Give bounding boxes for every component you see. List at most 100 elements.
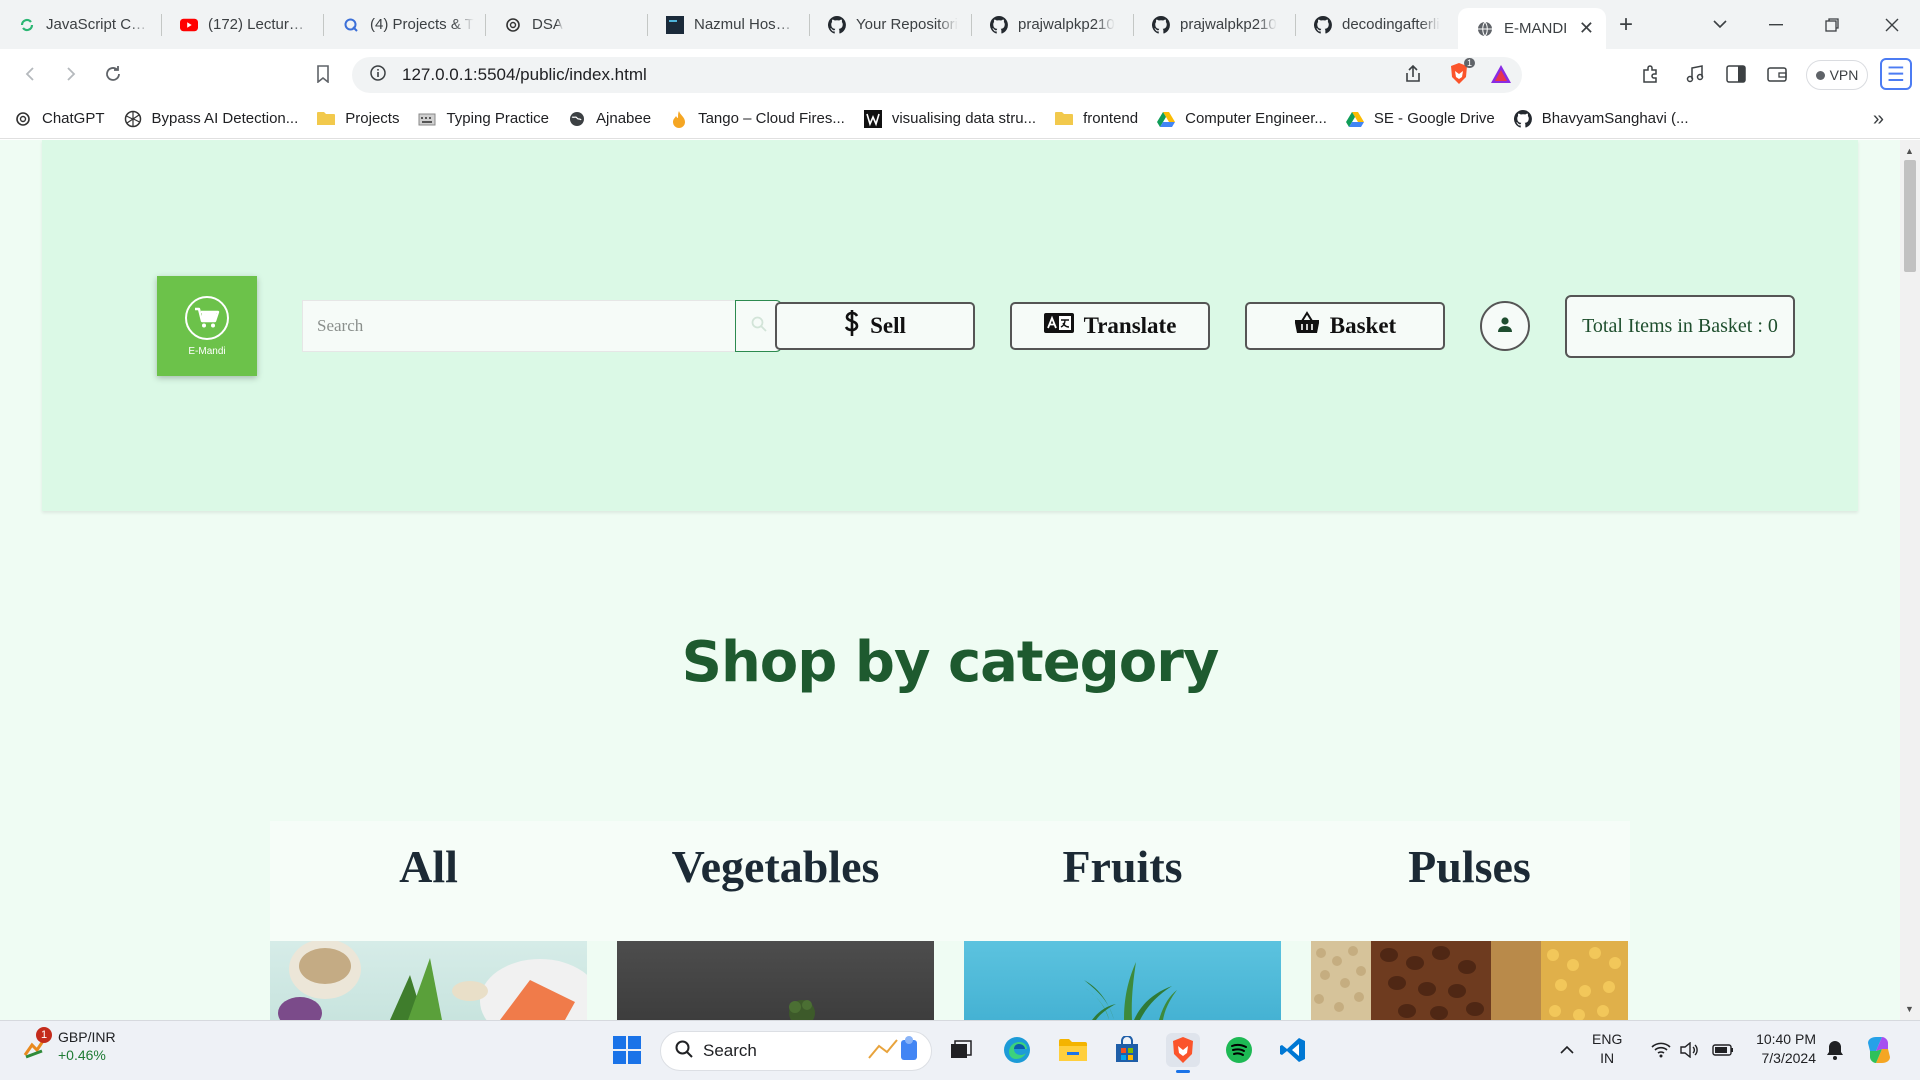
basket-button[interactable]: Basket (1245, 302, 1445, 350)
browser-tab[interactable]: prajwalpkp210 (1134, 0, 1296, 49)
browser-tab[interactable]: decodingafterli (1296, 0, 1458, 49)
share-icon[interactable] (1400, 61, 1426, 87)
clock[interactable]: 10:40 PM 7/3/2024 (1746, 1030, 1816, 1068)
user-icon (1497, 316, 1513, 337)
cart-icon (185, 295, 229, 340)
browser-tab-bar: JavaScript Chea (172) Lecture22 (4) Proj… (0, 0, 1920, 49)
bookmark-item[interactable]: Typing Practice (418, 110, 549, 128)
browser-tab[interactable]: JavaScript Chea (0, 0, 162, 49)
section-title: Shop by category (681, 630, 1220, 695)
stocks-widget[interactable]: 1 GBP/INR +0.46% (22, 1027, 116, 1064)
github-icon (990, 15, 1008, 34)
browser-tab[interactable]: DSA (486, 0, 648, 49)
category-image-all[interactable] (270, 941, 587, 1020)
github-icon (1152, 15, 1170, 34)
battery-icon[interactable] (1706, 1033, 1740, 1067)
bookmark-folder[interactable]: Projects (317, 110, 399, 128)
brave-shields-icon[interactable]: 1 (1446, 58, 1475, 87)
restore-button[interactable] (1804, 0, 1860, 49)
minimize-button[interactable] (1748, 0, 1804, 49)
site-header: E-Mandi Sell Translate Basket (42, 140, 1858, 511)
search-icon (675, 1040, 693, 1063)
scroll-down-arrow[interactable]: ▼ (1905, 1004, 1914, 1014)
bookmark-item[interactable]: Bypass AI Detection... (124, 110, 298, 128)
bookmark-item[interactable]: BhavyamSanghavi (... (1513, 109, 1689, 128)
tab-search-icon[interactable] (1692, 0, 1748, 49)
bookmark-folder[interactable]: frontend (1055, 110, 1138, 128)
globe-icon (1476, 20, 1494, 38)
media-controls-icon[interactable] (1682, 61, 1708, 87)
flame-icon (670, 110, 688, 128)
back-button[interactable] (17, 63, 43, 85)
bookmark-item[interactable]: ChatGPT (14, 110, 105, 128)
extensions-icon[interactable] (1638, 61, 1664, 87)
category-image-vegetables[interactable] (617, 941, 934, 1020)
bookmark-page-icon[interactable] (310, 63, 336, 85)
language-indicator[interactable]: ENG IN (1592, 1030, 1622, 1068)
browser-menu-icon[interactable]: ☰ (1880, 58, 1912, 90)
show-hidden-icons[interactable] (1550, 1033, 1584, 1067)
bookmark-item[interactable]: Computer Engineer... (1157, 110, 1327, 128)
page-scrollbar[interactable]: ▲ ▼ (1900, 140, 1920, 1020)
translate-icon (1043, 313, 1074, 339)
category-image-pulses[interactable] (1311, 941, 1628, 1020)
browser-tab[interactable]: prajwalpkp210 (972, 0, 1134, 49)
search-input[interactable] (302, 300, 736, 352)
basket-total-counter: Total Items in Basket : 0 (1565, 295, 1795, 358)
close-window-button[interactable] (1864, 0, 1920, 49)
bookmark-item[interactable]: Tango – Cloud Fires... (670, 110, 845, 128)
openai-icon (504, 16, 522, 34)
category-tab-fruits[interactable]: Fruits (964, 840, 1281, 893)
category-tab-vegetables[interactable]: Vegetables (617, 840, 934, 893)
browser-tab[interactable]: (4) Projects & T (324, 0, 486, 49)
scrollbar-thumb[interactable] (1904, 160, 1916, 272)
github-icon (1513, 109, 1532, 128)
browser-tab[interactable]: (172) Lecture22 (162, 0, 324, 49)
sidebar-icon[interactable] (1723, 61, 1749, 87)
translate-button[interactable]: Translate (1010, 302, 1210, 350)
reload-button[interactable] (100, 63, 126, 85)
category-image-fruits[interactable] (964, 941, 1281, 1020)
omnibox[interactable]: 127.0.0.1:5504/public/index.html (352, 57, 1522, 93)
volume-icon[interactable] (1672, 1033, 1706, 1067)
site-logo[interactable]: E-Mandi (157, 276, 257, 376)
vscode-icon[interactable] (1276, 1033, 1310, 1067)
profile-button[interactable] (1480, 301, 1530, 351)
browser-tab-active[interactable]: E-MANDI ✕ (1458, 8, 1606, 49)
scroll-up-arrow[interactable]: ▲ (1905, 146, 1914, 156)
taskbar-search[interactable]: Search (660, 1031, 932, 1071)
page-viewport: E-Mandi Sell Translate Basket (0, 140, 1900, 1020)
start-button[interactable] (610, 1033, 644, 1067)
task-view-icon[interactable] (944, 1033, 978, 1067)
category-tab-pulses[interactable]: Pulses (1311, 840, 1628, 893)
more-bookmarks-icon[interactable]: » (1873, 108, 1884, 131)
bookmark-item[interactable]: visualising data stru... (863, 109, 1036, 128)
new-tab-button[interactable]: + (1606, 11, 1646, 39)
bookmark-item[interactable]: SE - Google Drive (1345, 110, 1495, 128)
visualgo-icon (863, 109, 882, 128)
browser-tab[interactable]: Your Repositori (810, 0, 972, 49)
wallet-icon[interactable] (1764, 61, 1790, 87)
category-tab-all[interactable]: All (270, 840, 587, 893)
brave-rewards-icon[interactable] (1488, 61, 1514, 87)
spotify-icon[interactable] (1222, 1033, 1256, 1067)
ms-store-icon[interactable] (1110, 1033, 1144, 1067)
brave-badge: 1 (1463, 58, 1475, 68)
quora-icon (342, 16, 360, 34)
brave-taskbar-icon[interactable] (1166, 1033, 1200, 1073)
browser-tab[interactable]: Nazmul Hossain (648, 0, 810, 49)
sell-button[interactable]: Sell (775, 302, 975, 350)
url-text[interactable]: 127.0.0.1:5504/public/index.html (402, 65, 647, 85)
vpn-button[interactable]: VPN (1806, 60, 1868, 90)
notification-bell-icon[interactable] (1818, 1033, 1852, 1067)
file-explorer-icon[interactable] (1056, 1033, 1090, 1067)
stocks-widget-icon: 1 (22, 1027, 52, 1059)
ticker-change: +0.46% (58, 1047, 106, 1063)
site-info-icon[interactable] (370, 64, 386, 86)
close-tab-icon[interactable]: ✕ (1569, 18, 1594, 39)
basket-icon (1294, 311, 1320, 341)
forward-button[interactable] (58, 63, 84, 85)
edge-icon[interactable] (1000, 1033, 1034, 1067)
copilot-icon[interactable] (1862, 1033, 1896, 1067)
bookmark-item[interactable]: Ajnabee (568, 110, 651, 128)
